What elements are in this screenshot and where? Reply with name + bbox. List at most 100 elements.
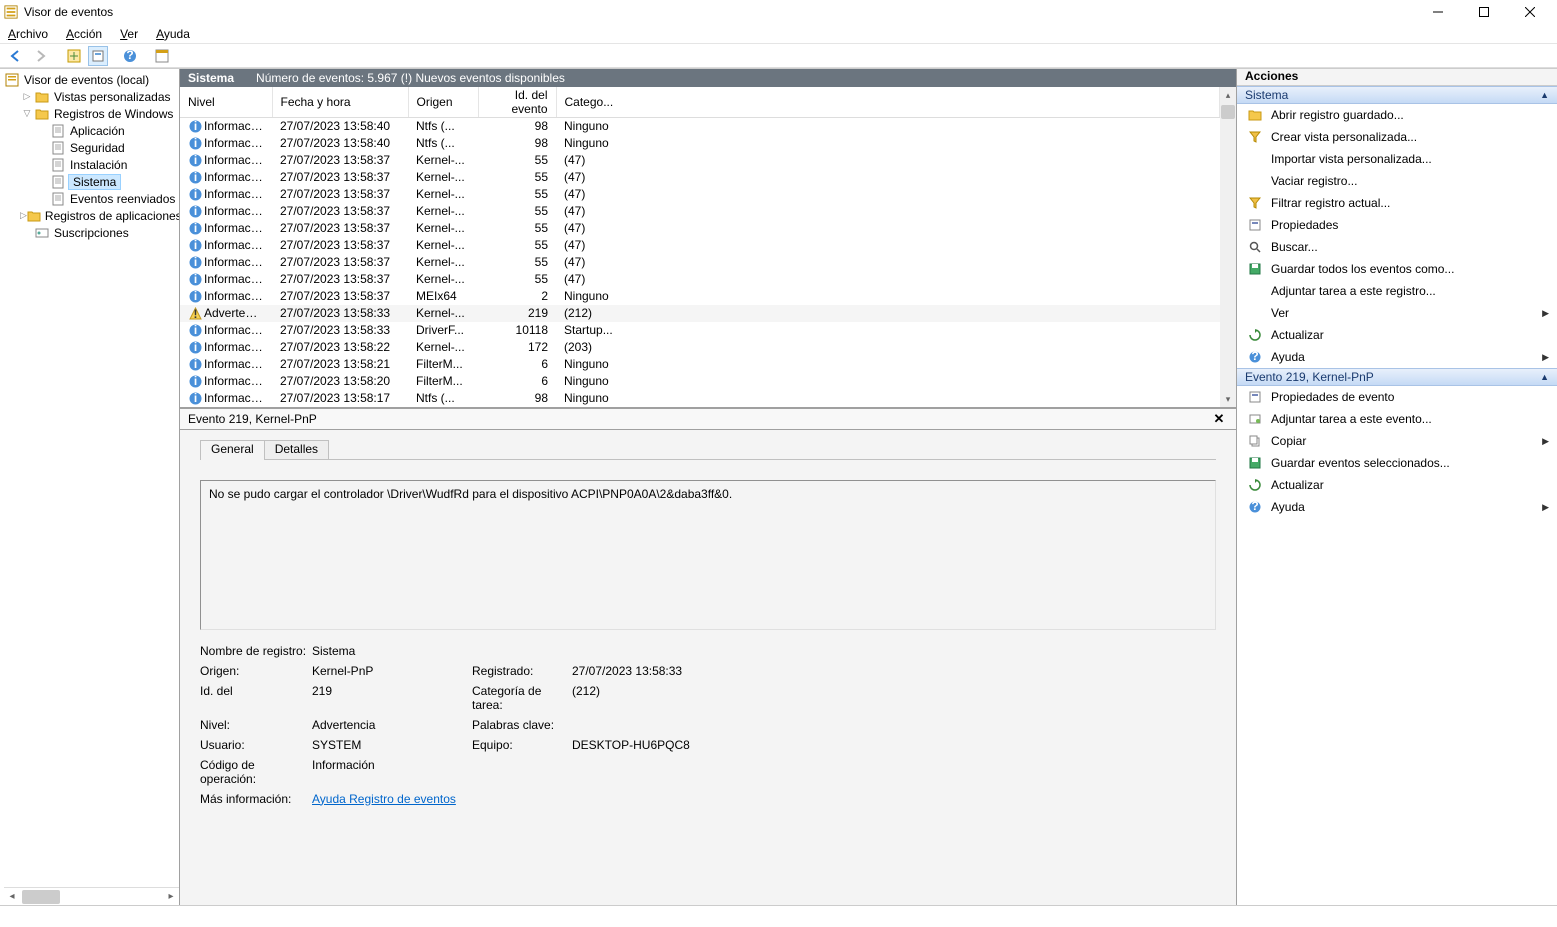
event-row[interactable]: iInformación27/07/2023 13:58:37Kernel-..…: [180, 220, 1220, 237]
event-source: Kernel-...: [408, 271, 478, 288]
tree-item[interactable]: ▷Vistas personalizadas: [4, 88, 179, 105]
title-bar: Visor de eventos: [0, 0, 1557, 24]
blank-icon: [1247, 283, 1263, 299]
action-label: Propiedades de evento: [1271, 390, 1549, 404]
event-level: iInformación: [180, 152, 272, 169]
event-source: Kernel-...: [408, 254, 478, 271]
filter-icon: [1247, 195, 1263, 211]
col-datetime[interactable]: Fecha y hora: [272, 87, 408, 118]
tab-general[interactable]: General: [200, 440, 265, 460]
action-item[interactable]: Propiedades: [1237, 214, 1557, 236]
menu-help[interactable]: Ayuda: [154, 26, 192, 42]
tree-hscrollbar[interactable]: ◂▸: [4, 887, 179, 905]
event-row[interactable]: iInformación27/07/2023 13:58:37Kernel-..…: [180, 203, 1220, 220]
event-row[interactable]: iInformación27/07/2023 13:58:40Ntfs (...…: [180, 118, 1220, 135]
event-level: iInformación: [180, 135, 272, 152]
action-item[interactable]: Filtrar registro actual...: [1237, 192, 1557, 214]
tab-details[interactable]: Detalles: [264, 440, 329, 460]
tree-expander[interactable]: ▷: [20, 91, 34, 102]
info-icon: i: [188, 357, 202, 371]
action-item[interactable]: ?Ayuda▶: [1237, 346, 1557, 368]
action-item[interactable]: Buscar...: [1237, 236, 1557, 258]
event-row[interactable]: iInformación27/07/2023 13:58:17Ntfs (...…: [180, 390, 1220, 407]
actions-title: Acciones: [1237, 69, 1557, 86]
event-id: 55: [478, 203, 556, 220]
event-row[interactable]: iInformación27/07/2023 13:58:37MEIx642Ni…: [180, 288, 1220, 305]
action-item[interactable]: Propiedades de evento: [1237, 386, 1557, 408]
event-id: 219: [478, 305, 556, 322]
tree-root[interactable]: Visor de eventos (local): [4, 71, 179, 88]
col-level[interactable]: Nivel: [180, 87, 272, 118]
tree-item[interactable]: Seguridad: [4, 139, 179, 156]
event-category: (47): [556, 186, 1220, 203]
menu-view[interactable]: Ver: [118, 26, 140, 42]
action-item[interactable]: Abrir registro guardado...: [1237, 104, 1557, 126]
tree-item[interactable]: Sistema: [4, 173, 179, 190]
back-button[interactable]: [6, 46, 26, 66]
show-tree-button[interactable]: [64, 46, 84, 66]
svg-text:i: i: [193, 137, 196, 150]
tree-item[interactable]: Aplicación: [4, 122, 179, 139]
event-row[interactable]: iInformación27/07/2023 13:58:40Ntfs (...…: [180, 135, 1220, 152]
action-item[interactable]: Copiar▶: [1237, 430, 1557, 452]
event-id: 55: [478, 271, 556, 288]
event-row[interactable]: iInformación27/07/2023 13:58:37Kernel-..…: [180, 186, 1220, 203]
tree-item[interactable]: ▷Registros de aplicaciones y servicios: [4, 207, 179, 224]
action-label: Buscar...: [1271, 240, 1549, 254]
col-category[interactable]: Catego...: [556, 87, 1220, 118]
col-source[interactable]: Origen: [408, 87, 478, 118]
col-eventid[interactable]: Id. del evento: [478, 87, 556, 118]
menu-action[interactable]: Acción: [64, 26, 104, 42]
event-properties: Nombre de registro: Sistema Origen: Kern…: [200, 644, 1216, 806]
action-item[interactable]: Crear vista personalizada...: [1237, 126, 1557, 148]
action-item[interactable]: Adjuntar tarea a este evento...: [1237, 408, 1557, 430]
event-row[interactable]: iInformación27/07/2023 13:58:37Kernel-..…: [180, 152, 1220, 169]
menu-file[interactable]: Archivo: [6, 26, 50, 42]
help-button[interactable]: ?: [120, 46, 140, 66]
event-row[interactable]: !Advertencia27/07/2023 13:58:33Kernel-..…: [180, 305, 1220, 322]
action-item[interactable]: Guardar eventos seleccionados...: [1237, 452, 1557, 474]
action-label: Crear vista personalizada...: [1271, 130, 1549, 144]
event-log-help-link[interactable]: Ayuda Registro de eventos: [312, 792, 456, 806]
tree-item[interactable]: Instalación: [4, 156, 179, 173]
action-label: Importar vista personalizada...: [1271, 152, 1549, 166]
event-level: iInformación: [180, 203, 272, 220]
forward-button[interactable]: [30, 46, 50, 66]
tree-expander[interactable]: ▷: [20, 210, 27, 221]
event-id: 55: [478, 220, 556, 237]
event-source: Kernel-...: [408, 339, 478, 356]
actions-section-system[interactable]: Sistema▲: [1237, 86, 1557, 104]
event-datetime: 27/07/2023 13:58:21: [272, 356, 408, 373]
event-row[interactable]: iInformación27/07/2023 13:58:37Kernel-..…: [180, 237, 1220, 254]
close-button[interactable]: [1507, 0, 1553, 24]
filter-icon: [1247, 129, 1263, 145]
properties-button[interactable]: [88, 46, 108, 66]
info-icon: i: [188, 323, 202, 337]
actions-section-event[interactable]: Evento 219, Kernel-PnP▲: [1237, 368, 1557, 386]
tree-item[interactable]: Eventos reenviados: [4, 190, 179, 207]
action-item[interactable]: Actualizar: [1237, 324, 1557, 346]
event-row[interactable]: iInformación27/07/2023 13:58:33DriverF..…: [180, 322, 1220, 339]
event-row[interactable]: iInformación27/07/2023 13:58:37Kernel-..…: [180, 254, 1220, 271]
action-item[interactable]: Actualizar: [1237, 474, 1557, 496]
event-source: FilterM...: [408, 373, 478, 390]
tree-item[interactable]: Suscripciones: [4, 224, 179, 241]
action-item[interactable]: Importar vista personalizada...: [1237, 148, 1557, 170]
minimize-button[interactable]: [1415, 0, 1461, 24]
events-scrollbar[interactable]: ▴ ▾: [1220, 87, 1236, 407]
action-item[interactable]: Adjuntar tarea a este registro...: [1237, 280, 1557, 302]
action-item[interactable]: Guardar todos los eventos como...: [1237, 258, 1557, 280]
event-row[interactable]: iInformación27/07/2023 13:58:37Kernel-..…: [180, 271, 1220, 288]
event-row[interactable]: iInformación27/07/2023 13:58:22Kernel-..…: [180, 339, 1220, 356]
tree-expander[interactable]: ▽: [20, 108, 34, 119]
action-item[interactable]: ?Ayuda▶: [1237, 496, 1557, 518]
maximize-button[interactable]: [1461, 0, 1507, 24]
detail-close-button[interactable]: ✕: [1210, 411, 1228, 427]
action-item[interactable]: Vaciar registro...: [1237, 170, 1557, 192]
event-row[interactable]: iInformación27/07/2023 13:58:37Kernel-..…: [180, 169, 1220, 186]
tree-item[interactable]: ▽Registros de Windows: [4, 105, 179, 122]
event-row[interactable]: iInformación27/07/2023 13:58:20FilterM..…: [180, 373, 1220, 390]
event-row[interactable]: iInformación27/07/2023 13:58:21FilterM..…: [180, 356, 1220, 373]
extra-button[interactable]: [152, 46, 172, 66]
action-item[interactable]: Ver▶: [1237, 302, 1557, 324]
